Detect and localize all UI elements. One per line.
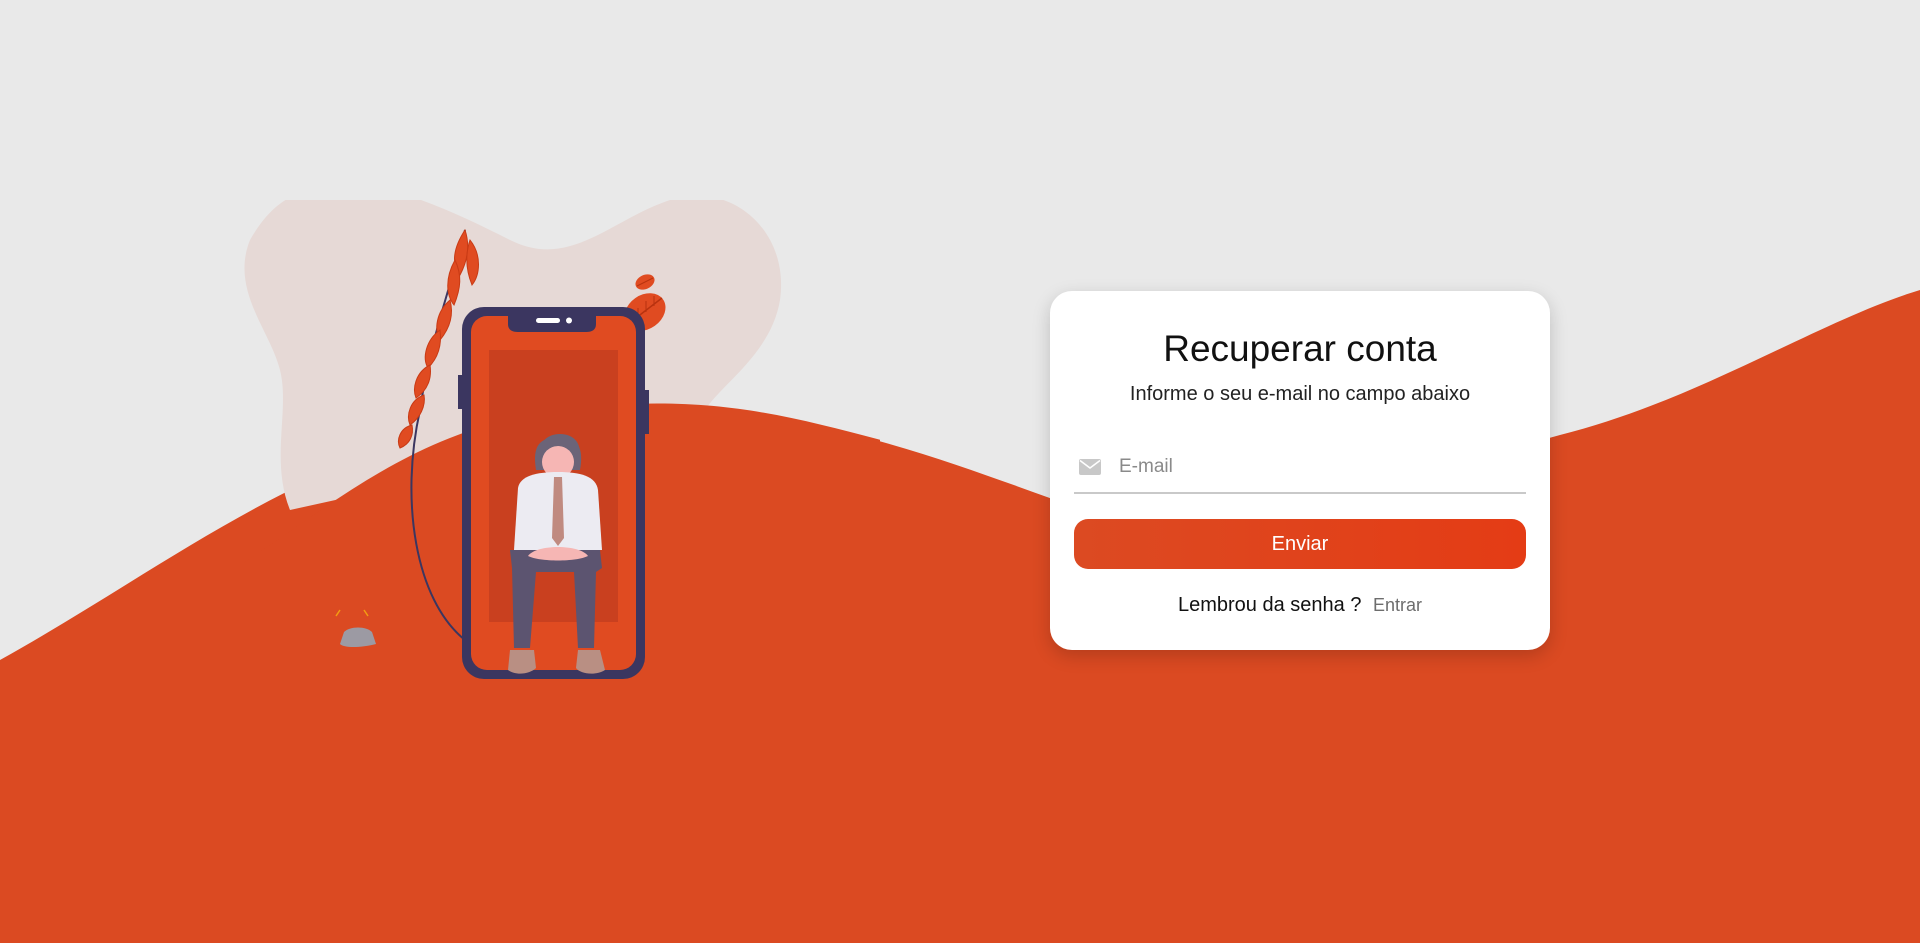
- login-prompt: Lembrou da senha ? Entrar: [1074, 594, 1526, 617]
- card-subtitle: Informe o seu e-mail no campo abaixo: [1129, 383, 1471, 405]
- login-link[interactable]: Entrar: [1373, 595, 1422, 615]
- email-field[interactable]: [1074, 441, 1526, 494]
- person-phone-illustration: [240, 200, 880, 720]
- login-prompt-text: Lembrou da senha ?: [1177, 594, 1362, 616]
- recover-account-card: Recuperar conta Informe o seu e-mail no …: [1050, 291, 1550, 650]
- card-title: Recuperar conta: [1163, 328, 1437, 369]
- envelope-icon: [1079, 458, 1101, 475]
- submit-button[interactable]: Enviar: [1074, 519, 1526, 569]
- email-input[interactable]: [1117, 454, 1526, 479]
